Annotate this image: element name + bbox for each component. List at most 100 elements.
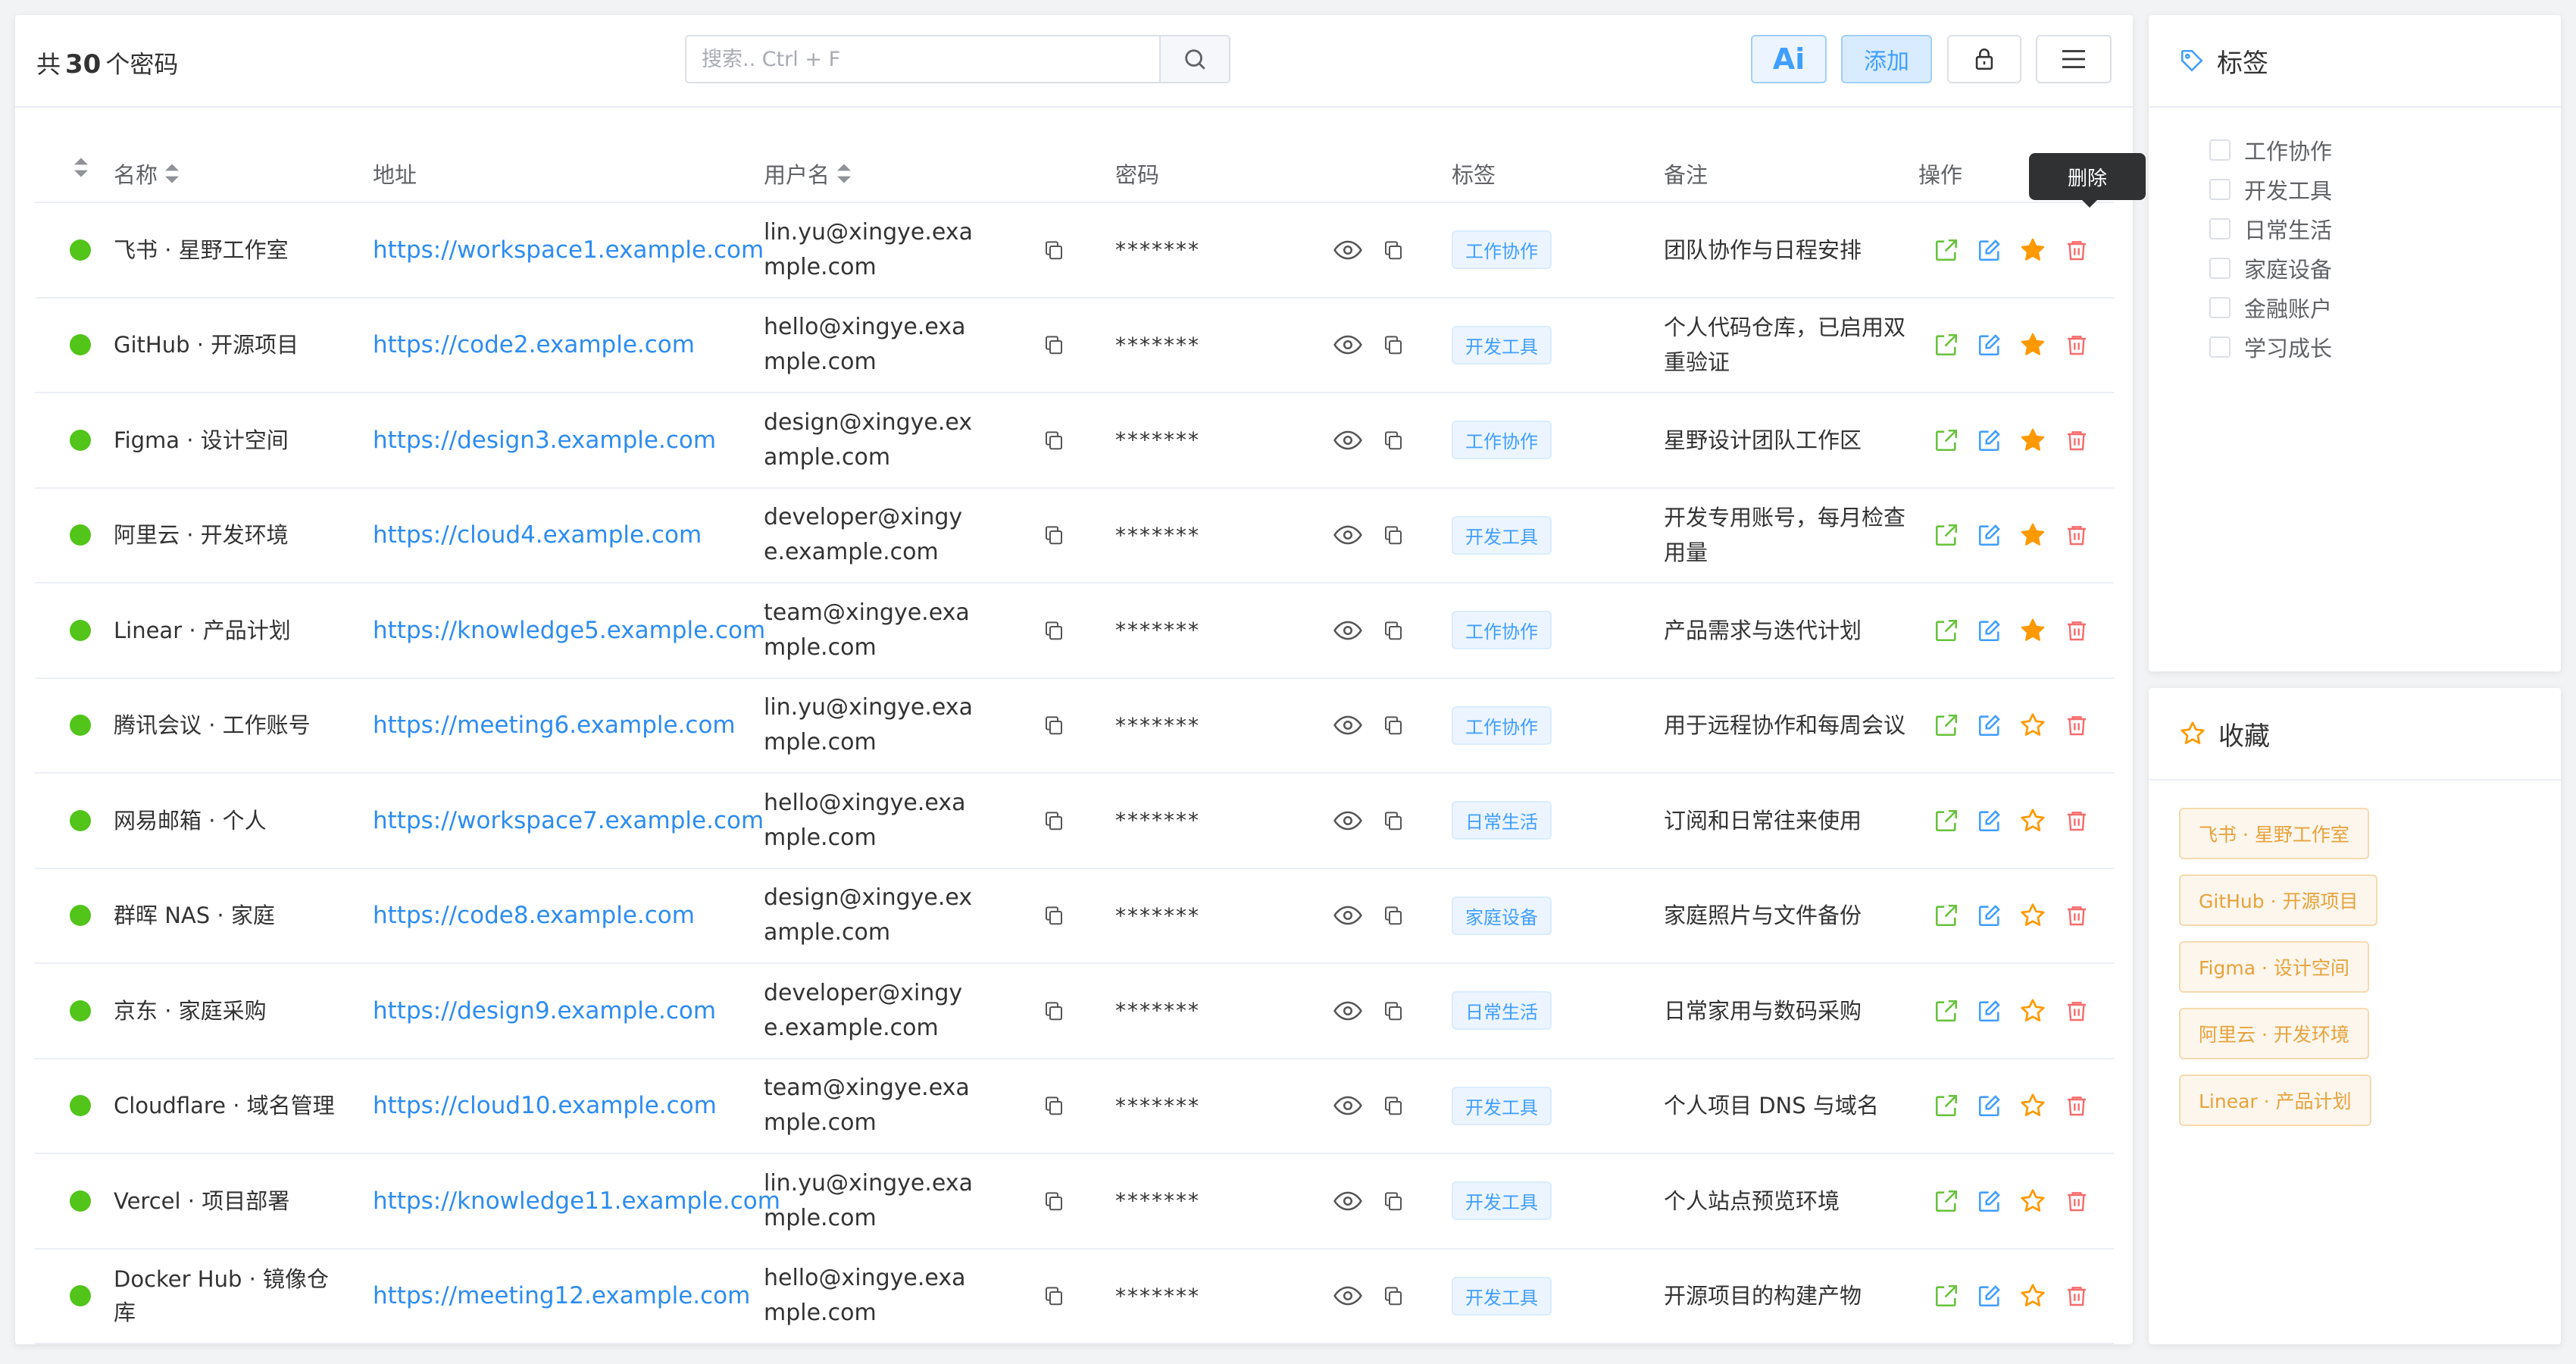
copy-password-icon[interactable]	[1382, 299, 1412, 393]
copy-password-icon[interactable]	[1382, 774, 1412, 868]
share-icon[interactable]	[1929, 964, 1964, 1058]
delete-icon[interactable]	[2059, 1059, 2094, 1153]
add-button[interactable]: 添加	[1841, 35, 1932, 83]
entry-tag[interactable]: 日常生活	[1452, 801, 1552, 840]
share-icon[interactable]	[1929, 679, 1964, 773]
search-input[interactable]	[686, 36, 1159, 82]
entry-url-link[interactable]: https://knowledge5.example.com	[373, 583, 765, 677]
show-password-icon[interactable]	[1333, 679, 1367, 773]
entry-tag[interactable]: 开发工具	[1452, 325, 1552, 364]
copy-password-icon[interactable]	[1382, 489, 1412, 583]
entry-url-link[interactable]: https://meeting12.example.com	[373, 1250, 752, 1344]
favorite-item[interactable]: Figma · 设计空间	[2179, 941, 2369, 993]
edit-icon[interactable]	[1972, 1059, 2007, 1153]
copy-username-icon[interactable]	[1043, 964, 1073, 1058]
copy-username-icon[interactable]	[1043, 299, 1073, 393]
status-sort-header[interactable]	[74, 158, 88, 177]
copy-password-icon[interactable]	[1382, 964, 1412, 1058]
edit-icon[interactable]	[1972, 679, 2007, 773]
entry-url-link[interactable]: https://knowledge11.example.com	[373, 1154, 780, 1248]
share-icon[interactable]	[1929, 299, 1964, 393]
copy-username-icon[interactable]	[1043, 1059, 1073, 1153]
edit-icon[interactable]	[1972, 964, 2007, 1058]
favorite-item[interactable]: Linear · 产品计划	[2179, 1075, 2371, 1126]
tag-checkbox[interactable]	[2209, 218, 2231, 239]
entry-url-link[interactable]: https://code8.example.com	[373, 869, 752, 963]
delete-icon[interactable]	[2059, 393, 2094, 487]
show-password-icon[interactable]	[1333, 964, 1367, 1058]
tag-checkbox[interactable]	[2209, 297, 2231, 318]
show-password-icon[interactable]	[1333, 299, 1367, 393]
tag-checkbox[interactable]	[2209, 179, 2231, 200]
star-outline-icon[interactable]	[2015, 869, 2050, 963]
search-button[interactable]	[1159, 36, 1229, 82]
entry-tag[interactable]: 日常生活	[1452, 991, 1552, 1031]
edit-icon[interactable]	[1972, 869, 2007, 963]
copy-username-icon[interactable]	[1043, 774, 1073, 868]
entry-url-link[interactable]: https://cloud4.example.com	[373, 489, 752, 583]
edit-icon[interactable]	[1972, 774, 2007, 868]
delete-icon[interactable]	[2059, 299, 2094, 393]
entry-tag[interactable]: 开发工具	[1452, 1181, 1552, 1221]
entry-tag[interactable]: 工作协作	[1452, 230, 1552, 270]
star-filled-icon[interactable]	[2015, 489, 2050, 583]
show-password-icon[interactable]	[1333, 489, 1367, 583]
share-icon[interactable]	[1929, 774, 1964, 868]
favorite-item[interactable]: 阿里云 · 开发环境	[2179, 1008, 2369, 1059]
entry-url-link[interactable]: https://workspace7.example.com	[373, 774, 764, 868]
copy-username-icon[interactable]	[1043, 393, 1073, 487]
copy-password-icon[interactable]	[1382, 679, 1412, 773]
entry-url-link[interactable]: https://workspace1.example.com	[373, 203, 764, 297]
header-name[interactable]: 名称	[114, 158, 180, 189]
copy-password-icon[interactable]	[1382, 583, 1412, 677]
star-outline-icon[interactable]	[2015, 1250, 2050, 1344]
share-icon[interactable]	[1929, 489, 1964, 583]
copy-username-icon[interactable]	[1043, 679, 1073, 773]
copy-password-icon[interactable]	[1382, 1250, 1412, 1344]
entry-url-link[interactable]: https://meeting6.example.com	[373, 679, 752, 773]
star-outline-icon[interactable]	[2015, 679, 2050, 773]
show-password-icon[interactable]	[1333, 1250, 1367, 1344]
share-icon[interactable]	[1929, 393, 1964, 487]
tag-filter-item[interactable]: 工作协作	[2209, 130, 2561, 170]
entry-tag[interactable]: 工作协作	[1452, 705, 1552, 745]
delete-icon[interactable]	[2059, 1154, 2094, 1248]
entry-url-link[interactable]: https://cloud10.example.com	[373, 1059, 752, 1153]
delete-icon[interactable]	[2059, 964, 2094, 1058]
tag-checkbox[interactable]	[2209, 336, 2231, 358]
favorite-item[interactable]: 飞书 · 星野工作室	[2179, 808, 2369, 859]
tag-filter-item[interactable]: 开发工具	[2209, 170, 2561, 209]
star-outline-icon[interactable]	[2015, 964, 2050, 1058]
ai-button[interactable]: Ai	[1751, 35, 1827, 83]
edit-icon[interactable]	[1972, 583, 2007, 677]
copy-username-icon[interactable]	[1043, 1154, 1073, 1248]
delete-icon[interactable]	[2059, 1250, 2094, 1344]
copy-password-icon[interactable]	[1382, 869, 1412, 963]
delete-icon[interactable]	[2059, 203, 2094, 297]
show-password-icon[interactable]	[1333, 393, 1367, 487]
edit-icon[interactable]	[1972, 203, 2007, 297]
edit-icon[interactable]	[1972, 489, 2007, 583]
share-icon[interactable]	[1929, 583, 1964, 677]
delete-icon[interactable]	[2059, 583, 2094, 677]
share-icon[interactable]	[1929, 869, 1964, 963]
entry-url-link[interactable]: https://design9.example.com	[373, 964, 752, 1058]
delete-icon[interactable]	[2059, 774, 2094, 868]
share-icon[interactable]	[1929, 1250, 1964, 1344]
share-icon[interactable]	[1929, 203, 1964, 297]
copy-username-icon[interactable]	[1043, 489, 1073, 583]
show-password-icon[interactable]	[1333, 1059, 1367, 1153]
copy-password-icon[interactable]	[1382, 1059, 1412, 1153]
show-password-icon[interactable]	[1333, 774, 1367, 868]
show-password-icon[interactable]	[1333, 869, 1367, 963]
entry-url-link[interactable]: https://code2.example.com	[373, 299, 752, 393]
delete-icon[interactable]	[2059, 679, 2094, 773]
edit-icon[interactable]	[1972, 1250, 2007, 1344]
entry-tag[interactable]: 开发工具	[1452, 1086, 1552, 1125]
share-icon[interactable]	[1929, 1154, 1964, 1248]
star-outline-icon[interactable]	[2015, 1154, 2050, 1248]
menu-button[interactable]	[2036, 35, 2112, 83]
copy-username-icon[interactable]	[1043, 869, 1073, 963]
copy-password-icon[interactable]	[1382, 203, 1412, 297]
copy-username-icon[interactable]	[1043, 583, 1073, 677]
